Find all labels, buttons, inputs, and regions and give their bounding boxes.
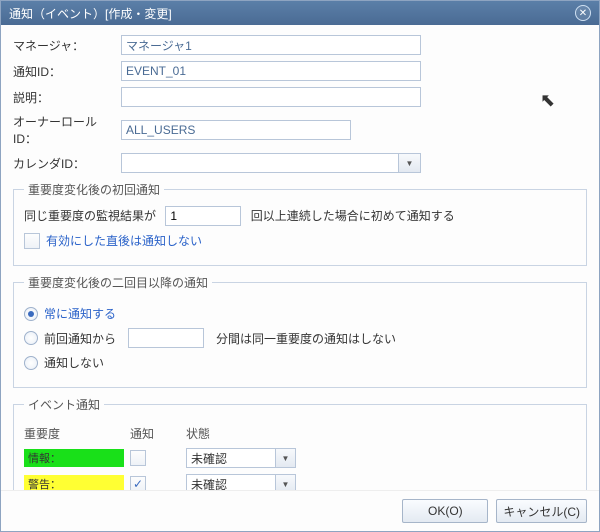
owner-role-input[interactable] xyxy=(121,120,351,140)
radio-always-label: 常に通知する xyxy=(44,305,116,322)
event-notify-legend: イベント通知 xyxy=(24,396,104,413)
subsequent-notify-group: 重要度変化後の二回目以降の通知 常に通知する 前回通知から 分間は同一重要度の通… xyxy=(13,274,587,388)
notify-id-input[interactable] xyxy=(121,61,421,81)
radio-always-dot xyxy=(28,311,34,317)
header-state: 状態 xyxy=(186,425,306,442)
first-notify-group: 重要度変化後の初回通知 同じ重要度の監視結果が 回以上連続した場合に初めて通知す… xyxy=(13,181,587,266)
description-label: 説明： xyxy=(13,89,121,106)
suppress-immediate-checkbox[interactable] xyxy=(24,233,40,249)
dialog: 通知（イベント）[作成・変更] ✕ マネージャ： 通知ID： 説明： オーナーロ… xyxy=(0,0,600,532)
manager-label: マネージャ： xyxy=(13,37,121,54)
description-input[interactable] xyxy=(121,87,421,107)
first-notify-count-input[interactable] xyxy=(165,206,241,226)
severity-cell: 警告： xyxy=(24,475,124,490)
chevron-down-icon[interactable]: ▼ xyxy=(275,449,295,467)
owner-role-label: オーナーロールID： xyxy=(13,113,121,147)
state-select[interactable]: 未確認▼ xyxy=(186,448,296,468)
close-icon[interactable]: ✕ xyxy=(575,5,591,21)
event-row: 警告： ✓ 未確認▼ xyxy=(24,474,576,490)
suppress-immediate-label: 有効にした直後は通知しない xyxy=(46,232,202,249)
severity-cell: 情報： xyxy=(24,449,124,467)
chevron-down-icon[interactable]: ▼ xyxy=(275,475,295,490)
notify-id-label: 通知ID： xyxy=(13,63,121,80)
ok-button[interactable]: OK(O) xyxy=(402,499,488,523)
first-notify-legend: 重要度変化後の初回通知 xyxy=(24,181,164,198)
dialog-content: マネージャ： 通知ID： 説明： オーナーロールID： カレンダID： ▼ 重要… xyxy=(1,25,599,490)
header-severity: 重要度 xyxy=(24,425,124,442)
calendar-id-label: カレンダID： xyxy=(13,155,121,172)
interval-minutes-input[interactable] xyxy=(128,328,204,348)
state-value: 未確認 xyxy=(187,475,275,490)
state-value: 未確認 xyxy=(187,449,275,467)
radio-interval[interactable] xyxy=(24,331,38,345)
first-notify-text-before: 同じ重要度の監視結果が xyxy=(24,209,156,223)
first-notify-text-after: 回以上連続した場合に初めて通知する xyxy=(251,209,455,223)
calendar-id-value xyxy=(122,154,398,172)
radio-interval-after: 分間は同一重要度の通知はしない xyxy=(216,330,396,347)
dialog-title: 通知（イベント）[作成・変更] xyxy=(9,5,172,22)
event-row: 情報： 未確認▼ xyxy=(24,448,576,468)
manager-input[interactable] xyxy=(121,35,421,55)
button-bar: OK(O) キャンセル(C) xyxy=(1,490,599,531)
radio-never[interactable] xyxy=(24,356,38,370)
chevron-down-icon[interactable]: ▼ xyxy=(398,154,420,172)
notify-checkbox[interactable]: ✓ xyxy=(130,476,146,490)
cancel-button[interactable]: キャンセル(C) xyxy=(496,499,587,523)
titlebar: 通知（イベント）[作成・変更] ✕ xyxy=(1,1,599,25)
notify-checkbox[interactable] xyxy=(130,450,146,466)
event-table: 重要度 通知 状態 情報：未確認▼警告：✓未確認▼危険：✓未確認▼不明：✓未確認… xyxy=(24,425,576,490)
radio-never-label: 通知しない xyxy=(44,354,104,371)
event-table-header: 重要度 通知 状態 xyxy=(24,425,576,442)
radio-always[interactable] xyxy=(24,307,38,321)
radio-interval-before: 前回通知から xyxy=(44,330,116,347)
subsequent-notify-legend: 重要度変化後の二回目以降の通知 xyxy=(24,274,212,291)
calendar-id-select[interactable]: ▼ xyxy=(121,153,421,173)
state-select[interactable]: 未確認▼ xyxy=(186,474,296,490)
event-notify-group: イベント通知 重要度 通知 状態 情報：未確認▼警告：✓未確認▼危険：✓未確認▼… xyxy=(13,396,587,490)
header-notify: 通知 xyxy=(130,425,180,442)
